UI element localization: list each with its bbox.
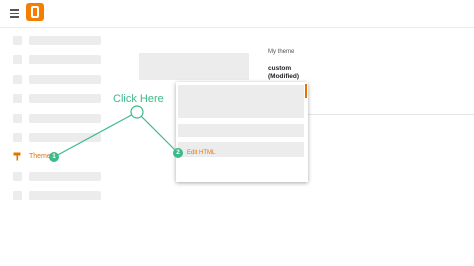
step-badge-1: 1	[49, 152, 59, 162]
step-badge-2: 2	[173, 148, 183, 158]
click-here-label: Click Here	[113, 93, 164, 105]
annotation-line-1	[53, 111, 138, 158]
annotation-overlay	[53, 105, 179, 158]
annotation-line-2	[136, 111, 179, 154]
click-target-circle	[130, 105, 144, 119]
